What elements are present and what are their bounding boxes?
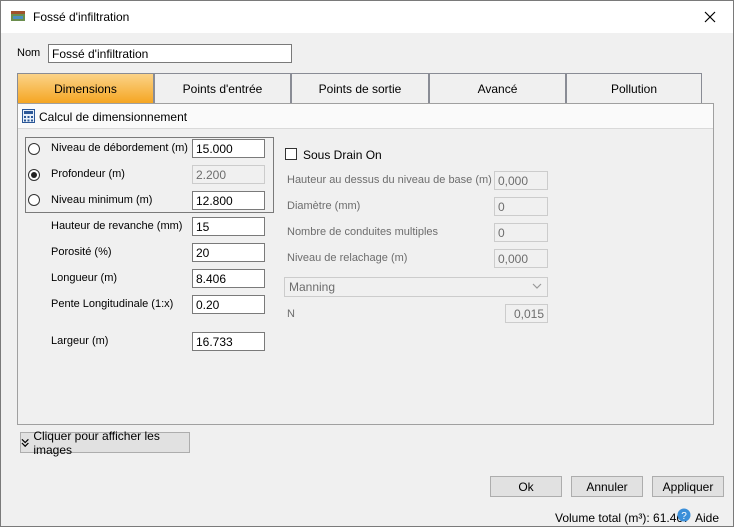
freeboard-input[interactable]: 15 xyxy=(192,217,265,236)
double-chevron-down-icon xyxy=(21,438,29,447)
multiple-pipes-input[interactable]: 0 xyxy=(494,223,548,242)
tab-strip: Dimensions Points d'entrée Points de sor… xyxy=(17,73,702,103)
tab-entry-points[interactable]: Points d'entrée xyxy=(154,73,291,103)
window-title: Fossé d'infiltration xyxy=(33,10,130,24)
minimum-level-input[interactable]: 12.800 xyxy=(192,191,265,210)
section-header: Calcul de dimensionnement xyxy=(18,104,713,129)
slope-input[interactable]: 0.20 xyxy=(192,295,265,314)
multiple-pipes-label: Nombre de conduites multiples xyxy=(287,226,439,238)
width-label: Largeur (m) xyxy=(51,335,109,347)
height-above-base-input[interactable]: 0,000 xyxy=(494,171,548,190)
length-label: Longueur (m) xyxy=(51,272,118,284)
release-level-label: Niveau de relachage (m) xyxy=(287,252,408,264)
chevron-down-icon xyxy=(532,283,542,289)
minimum-level-label: Niveau minimum (m) xyxy=(51,194,153,206)
dimensions-panel: Calcul de dimensionnement Niveau de débo… xyxy=(17,103,714,425)
tab-advanced[interactable]: Avancé xyxy=(429,73,566,103)
radio-overflow-level[interactable] xyxy=(28,143,40,155)
total-volume: Volume total (m³): 61.467 xyxy=(555,511,690,525)
depth-input[interactable]: 2.200 xyxy=(192,165,265,184)
depth-label: Profondeur (m) xyxy=(51,168,125,180)
show-images-label: Cliquer pour afficher les images xyxy=(33,428,160,457)
n-label: N xyxy=(287,308,295,320)
help-icon[interactable]: ? xyxy=(677,508,691,522)
close-icon xyxy=(704,11,716,23)
ok-button[interactable]: Ok xyxy=(490,476,562,497)
radio-depth[interactable] xyxy=(28,169,40,181)
calculator-icon xyxy=(22,109,35,123)
method-select-value: Manning xyxy=(289,280,336,294)
show-images-button[interactable]: Cliquer pour afficher les images xyxy=(20,429,190,457)
close-button[interactable] xyxy=(687,1,733,33)
method-select[interactable]: Manning xyxy=(284,277,548,297)
name-input[interactable]: Fossé d'infiltration xyxy=(48,44,292,63)
dialog-window: Fossé d'infiltration Nom Fossé d'infiltr… xyxy=(0,0,734,527)
section-title: Calcul de dimensionnement xyxy=(39,110,188,124)
porosity-input[interactable]: 20 xyxy=(192,243,265,262)
svg-text:?: ? xyxy=(681,511,687,522)
overflow-level-label: Niveau de débordement (m) xyxy=(51,142,188,154)
width-input[interactable]: 16.733 xyxy=(192,332,265,351)
tab-pollution[interactable]: Pollution xyxy=(566,73,702,103)
slope-label: Pente Longitudinale (1:x) xyxy=(51,298,174,310)
height-above-base-label: Hauteur au dessus du niveau de base (m) xyxy=(287,174,492,186)
n-input[interactable]: 0,015 xyxy=(505,304,548,323)
radio-minimum-level[interactable] xyxy=(28,194,40,206)
basin-app-icon xyxy=(11,11,25,21)
tab-exit-points[interactable]: Points de sortie xyxy=(291,73,429,103)
subdrain-checkbox[interactable] xyxy=(285,148,297,160)
title-bar: Fossé d'infiltration xyxy=(1,1,733,33)
overflow-level-input[interactable]: 15.000 xyxy=(192,139,265,158)
diameter-label: Diamètre (mm) xyxy=(287,200,361,212)
cancel-button[interactable]: Annuler xyxy=(571,476,643,497)
freeboard-label: Hauteur de revanche (mm) xyxy=(51,220,183,232)
length-input[interactable]: 8.406 xyxy=(192,269,265,288)
release-level-input[interactable]: 0,000 xyxy=(494,249,548,268)
tab-dimensions[interactable]: Dimensions xyxy=(17,73,154,103)
diameter-input[interactable]: 0 xyxy=(494,197,548,216)
porosity-label: Porosité (%) xyxy=(51,246,112,258)
help-link[interactable]: Aide xyxy=(695,511,719,525)
name-label: Nom xyxy=(17,47,41,59)
subdrain-label: Sous Drain On xyxy=(303,148,382,162)
apply-button[interactable]: Appliquer xyxy=(652,476,724,497)
